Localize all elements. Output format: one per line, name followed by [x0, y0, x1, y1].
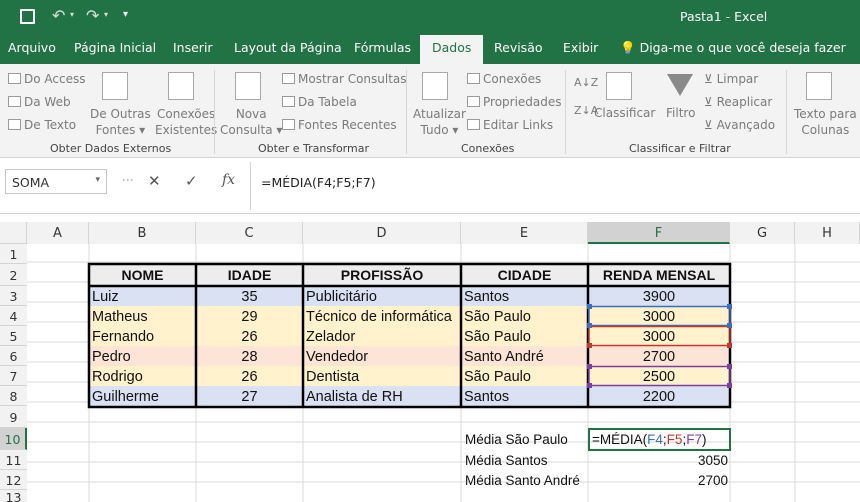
row-header-6[interactable]: 6: [0, 346, 27, 366]
cell-media-santos-label[interactable]: Média Santos: [465, 453, 548, 468]
cell-nome[interactable]: Pedro: [92, 349, 194, 365]
cell-media-santo-andre-label[interactable]: Média Santo André: [465, 473, 580, 488]
column-header-d[interactable]: D: [303, 222, 461, 244]
cell-nome[interactable]: Luiz: [92, 289, 194, 305]
cell-media-sao-paulo-formula[interactable]: =MÉDIA(F4;F5;F7): [592, 432, 728, 447]
cell-media-sao-paulo-label[interactable]: Média São Paulo: [465, 432, 568, 447]
column-header-h[interactable]: H: [795, 222, 860, 244]
cell-profissao[interactable]: Técnico de informática: [306, 309, 460, 325]
row-header-5[interactable]: 5: [0, 326, 27, 346]
cell-header-idade[interactable]: IDADE: [196, 267, 303, 283]
cell-renda[interactable]: 3900: [588, 289, 730, 305]
cell-renda[interactable]: 3000: [588, 309, 730, 325]
cell-renda[interactable]: 2500: [588, 369, 730, 385]
ref-f5: F5: [666, 432, 683, 447]
cell-cidade[interactable]: São Paulo: [464, 369, 587, 385]
cell-idade[interactable]: 28: [196, 349, 303, 365]
cell-nome[interactable]: Rodrigo: [92, 369, 194, 385]
cell-header-renda[interactable]: RENDA MENSAL: [588, 267, 730, 283]
row-header-3[interactable]: 3: [0, 286, 27, 306]
column-header-f[interactable]: F: [588, 222, 730, 244]
cell-cidade[interactable]: São Paulo: [464, 329, 587, 345]
formula-text: =MÉDIA(: [592, 432, 648, 447]
cell-media-santos-value[interactable]: 3050: [588, 453, 728, 468]
cell-header-cidade[interactable]: CIDADE: [461, 267, 588, 283]
table-borders: [87, 262, 732, 451]
cell-nome[interactable]: Matheus: [92, 309, 194, 325]
cell-renda[interactable]: 2200: [588, 389, 730, 405]
cell-nome[interactable]: Fernando: [92, 329, 194, 345]
cell-media-santo-andre-value[interactable]: 2700: [588, 473, 728, 488]
column-header-c[interactable]: C: [196, 222, 303, 244]
row-header-13[interactable]: 13: [0, 490, 27, 502]
cell-idade[interactable]: 29: [196, 309, 303, 325]
row-header-8[interactable]: 8: [0, 386, 27, 406]
cell-renda[interactable]: 3000: [588, 329, 730, 345]
cell-profissao[interactable]: Vendedor: [306, 349, 460, 365]
column-header-a[interactable]: A: [27, 222, 89, 244]
cell-header-profissao[interactable]: PROFISSÃO: [303, 267, 461, 283]
column-header-e[interactable]: E: [461, 222, 588, 244]
row-header-12[interactable]: 12: [0, 470, 27, 490]
cell-profissao[interactable]: Zelador: [306, 329, 460, 345]
cell-idade[interactable]: 27: [196, 389, 303, 405]
cell-profissao[interactable]: Analista de RH: [306, 389, 460, 405]
select-all-corner[interactable]: [0, 222, 27, 244]
cell-idade[interactable]: 35: [196, 289, 303, 305]
cell-cidade[interactable]: Santos: [464, 389, 587, 405]
cell-cidade[interactable]: Santos: [464, 289, 587, 305]
cell-renda[interactable]: 2700: [588, 349, 730, 365]
column-header-b[interactable]: B: [89, 222, 196, 244]
row-header-11[interactable]: 11: [0, 450, 27, 470]
row-header-1[interactable]: 1: [0, 244, 27, 264]
cell-profissao[interactable]: Publicitário: [306, 289, 460, 305]
ref-f4: F4: [647, 432, 663, 447]
cell-cidade[interactable]: Santo André: [464, 349, 587, 365]
formula-text: ): [701, 432, 707, 447]
row-header-7[interactable]: 7: [0, 366, 27, 386]
cell-nome[interactable]: Guilherme: [92, 389, 194, 405]
cell-idade[interactable]: 26: [196, 329, 303, 345]
row-header-2[interactable]: 2: [0, 264, 27, 286]
row-header-9[interactable]: 9: [0, 406, 27, 428]
cell-cidade[interactable]: São Paulo: [464, 309, 587, 325]
row-header-4[interactable]: 4: [0, 306, 27, 326]
ref-f7: F7: [686, 432, 702, 447]
cell-idade[interactable]: 26: [196, 369, 303, 385]
cell-profissao[interactable]: Dentista: [306, 369, 460, 385]
column-header-g[interactable]: G: [730, 222, 795, 244]
row-header-10[interactable]: 10: [0, 428, 27, 450]
cell-header-nome[interactable]: NOME: [89, 267, 196, 283]
